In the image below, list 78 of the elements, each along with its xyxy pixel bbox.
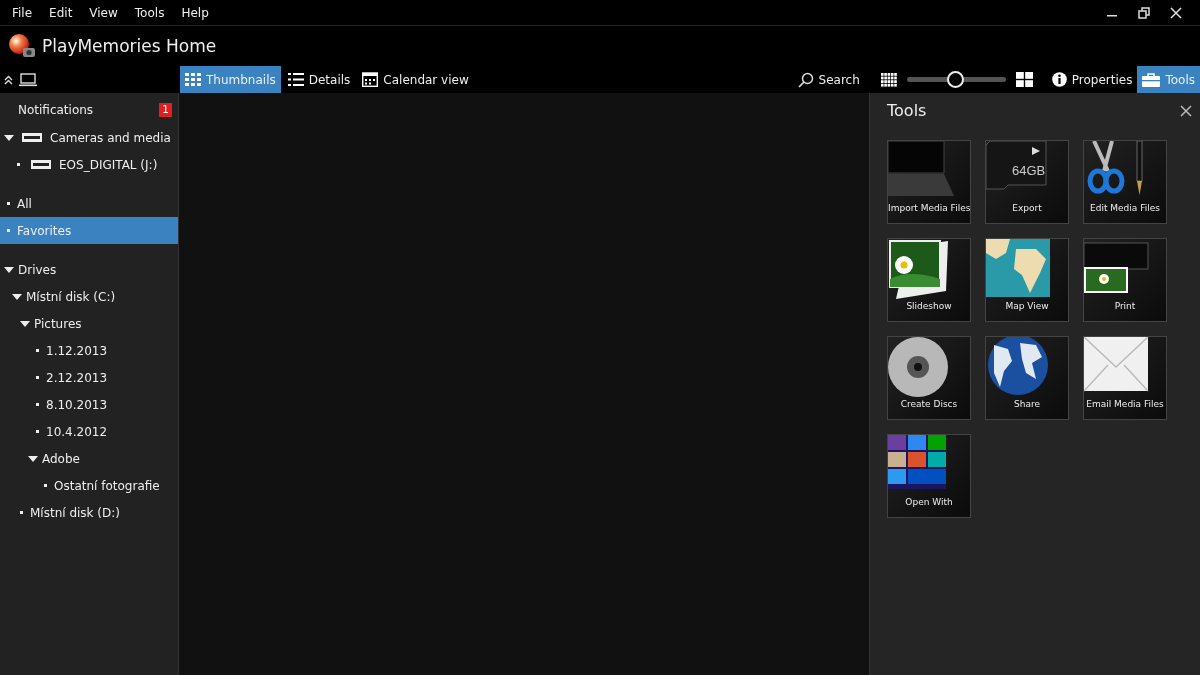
slider-thumb[interactable] xyxy=(947,70,965,88)
panel-title: Tools xyxy=(887,101,927,120)
tree-item[interactable]: Drives xyxy=(18,262,57,277)
toolbox-icon xyxy=(1142,72,1161,87)
search-icon xyxy=(797,71,814,88)
tool-tile[interactable]: Slideshow xyxy=(887,238,971,322)
expand-arrow-icon[interactable] xyxy=(4,265,14,274)
envelope-icon xyxy=(1084,337,1149,392)
tool-tile[interactable]: Open With xyxy=(887,434,971,518)
bullet-icon xyxy=(36,403,39,406)
tree-item[interactable]: 2.12.2013 xyxy=(46,370,108,385)
tree-item[interactable]: Místní disk (C:) xyxy=(26,289,116,304)
tool-tile[interactable]: 64GB Export xyxy=(985,140,1069,224)
close-icon[interactable] xyxy=(1170,6,1182,19)
bullet-icon xyxy=(36,430,39,433)
tree-item[interactable]: Místní disk (D:) xyxy=(30,505,120,520)
globe-icon xyxy=(988,337,1048,395)
tree-item[interactable]: EOS_DIGITAL (J:) xyxy=(59,157,158,172)
notification-count: 1 xyxy=(159,102,172,117)
disc-icon xyxy=(888,337,948,397)
bullet-icon xyxy=(36,349,39,352)
collapse-icon[interactable] xyxy=(4,74,13,85)
tool-tile[interactable]: Email Media Files xyxy=(1083,336,1167,420)
app-logo-icon xyxy=(8,33,36,59)
app-title: PlayMemories Home xyxy=(42,36,217,56)
expand-arrow-icon[interactable] xyxy=(4,133,14,142)
bullet-icon xyxy=(17,163,20,166)
notifications-label[interactable]: Notifications xyxy=(18,102,94,117)
restore-icon[interactable] xyxy=(1138,6,1150,19)
memory-card-icon: 64GB xyxy=(986,141,1047,190)
list-icon xyxy=(287,73,304,86)
scissors-and-pen-icon xyxy=(1087,141,1143,195)
tree-item[interactable]: 1.12.2013 xyxy=(46,343,108,358)
tool-tile[interactable]: Import Media Files xyxy=(887,140,971,224)
library-item[interactable]: All xyxy=(0,190,178,217)
tree-item[interactable]: Ostatní fotografie xyxy=(54,478,160,493)
bullet-icon xyxy=(36,376,39,379)
map-icon xyxy=(986,239,1050,297)
view-tab[interactable]: Calendar view xyxy=(357,66,474,93)
search-button[interactable]: Search xyxy=(792,66,865,93)
menu-item[interactable]: Help xyxy=(181,5,209,20)
bullet-icon xyxy=(20,511,23,514)
laptop-icon xyxy=(888,141,954,196)
expand-arrow-icon[interactable] xyxy=(12,292,22,301)
library-item[interactable]: Favorites xyxy=(0,217,178,244)
computer-icon[interactable] xyxy=(19,72,37,87)
tree-item[interactable]: Pictures xyxy=(34,316,82,331)
tree-item[interactable]: 8.10.2013 xyxy=(46,397,108,412)
tree-item[interactable]: Adobe xyxy=(42,451,80,466)
tree-item[interactable]: Cameras and media xyxy=(50,130,171,145)
close-icon[interactable] xyxy=(1180,104,1192,117)
large-grid-icon[interactable] xyxy=(1015,72,1033,87)
drive-icon xyxy=(22,133,42,142)
panel-tab[interactable]: Tools xyxy=(1137,66,1200,93)
menu-item[interactable]: Tools xyxy=(134,5,165,20)
expand-arrow-icon[interactable] xyxy=(28,454,38,463)
tool-tile[interactable]: Create Discs xyxy=(887,336,971,420)
tree-item[interactable]: 10.4.2012 xyxy=(46,424,108,439)
info-icon xyxy=(1051,72,1067,87)
tool-tile[interactable]: Map View xyxy=(985,238,1069,322)
drive-icon xyxy=(31,160,51,169)
grid-icon xyxy=(185,73,201,86)
printer-icon xyxy=(1084,242,1149,293)
tool-tile[interactable]: Edit Media Files xyxy=(1083,140,1167,224)
view-tab[interactable]: Thumbnails xyxy=(180,66,281,93)
bullet-icon xyxy=(44,484,47,487)
panel-tab[interactable]: Properties xyxy=(1046,66,1138,93)
app-tiles-icon xyxy=(888,435,946,489)
expand-arrow-icon[interactable] xyxy=(20,319,30,328)
tool-tile[interactable]: Share xyxy=(985,336,1069,420)
tool-tile[interactable]: Print xyxy=(1083,238,1167,322)
view-tab[interactable]: Details xyxy=(282,66,356,93)
calendar-icon xyxy=(362,72,379,87)
menu-item[interactable]: View xyxy=(89,5,118,20)
menu-item[interactable]: File xyxy=(12,5,33,20)
small-grid-icon[interactable] xyxy=(880,72,897,87)
menu-item[interactable]: Edit xyxy=(49,5,73,20)
photo-stack-icon xyxy=(889,240,948,299)
